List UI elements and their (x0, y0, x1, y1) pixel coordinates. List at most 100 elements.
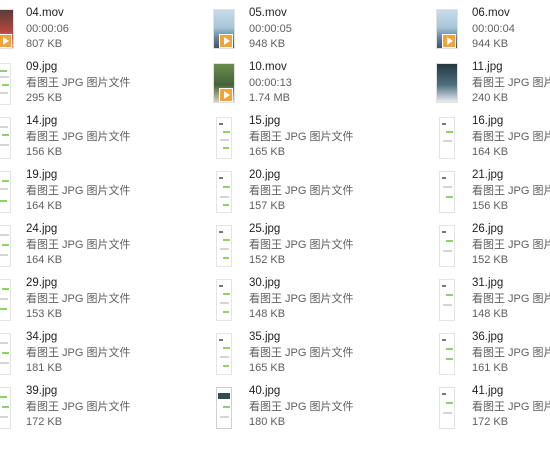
file-size: 152 KB (249, 254, 286, 266)
file-item[interactable]: 31.jpg 看图王 JPG 图片文件 148 KB (434, 277, 550, 327)
file-size: 165 KB (249, 146, 286, 158)
document-thumbnail-icon (0, 115, 14, 163)
file-size: 153 KB (26, 308, 63, 320)
file-item[interactable]: 24.jpg 看图王 JPG 图片文件 164 KB (0, 223, 205, 273)
file-type: 看图王 JPG 图片文件 (472, 238, 550, 251)
document-thumbnail-icon (211, 115, 235, 163)
file-name: 40.jpg (249, 385, 281, 397)
file-item[interactable]: 36.jpg 看图王 JPG 图片文件 161 KB (434, 331, 550, 381)
file-size: 180 KB (249, 416, 286, 428)
file-item[interactable]: 26.jpg 看图王 JPG 图片文件 152 KB (434, 223, 550, 273)
document-thumbnail-icon (211, 169, 235, 217)
video-thumbnail-icon (211, 61, 235, 109)
file-size: 164 KB (26, 200, 63, 212)
photo-thumbnail-icon (434, 61, 458, 109)
file-type: 看图王 JPG 图片文件 (26, 400, 131, 413)
video-thumbnail-icon (434, 7, 458, 55)
file-type: 看图王 JPG 图片文件 (249, 400, 354, 413)
file-name: 35.jpg (249, 331, 281, 343)
file-item[interactable]: 39.jpg 看图王 JPG 图片文件 172 KB (0, 385, 205, 435)
file-item[interactable]: 06.mov 00:00:04 944 KB (434, 7, 550, 57)
file-name: 26.jpg (472, 223, 504, 235)
file-size: 944 KB (472, 38, 509, 50)
document-thumbnail-icon (0, 385, 14, 433)
file-size: 148 KB (249, 308, 286, 320)
file-item[interactable]: 40.jpg 看图王 JPG 图片文件 180 KB (211, 385, 426, 435)
file-item[interactable]: 14.jpg 看图王 JPG 图片文件 156 KB (0, 115, 205, 165)
file-duration: 00:00:06 (26, 22, 69, 35)
file-type: 看图王 JPG 图片文件 (472, 400, 550, 413)
file-name: 11.jpg (472, 61, 503, 73)
file-size: 240 KB (472, 92, 509, 104)
file-item[interactable]: 21.jpg 看图王 JPG 图片文件 156 KB (434, 169, 550, 219)
file-item[interactable]: 04.mov 00:00:06 807 KB (0, 7, 205, 57)
file-type: 看图王 JPG 图片文件 (26, 346, 131, 359)
file-duration: 00:00:04 (472, 22, 515, 35)
file-size: 156 KB (472, 200, 509, 212)
file-item[interactable]: 25.jpg 看图王 JPG 图片文件 152 KB (211, 223, 426, 273)
file-name: 09.jpg (26, 61, 58, 73)
document-thumbnail-icon (211, 385, 235, 433)
file-name: 31.jpg (472, 277, 504, 289)
file-duration: 00:00:13 (249, 76, 292, 89)
file-type: 看图王 JPG 图片文件 (472, 130, 550, 143)
file-type: 看图王 JPG 图片文件 (249, 184, 354, 197)
file-item[interactable]: 35.jpg 看图王 JPG 图片文件 165 KB (211, 331, 426, 381)
file-name: 41.jpg (472, 385, 504, 397)
document-thumbnail-icon (434, 115, 458, 163)
file-name: 36.jpg (472, 331, 504, 343)
file-item[interactable]: 11.jpg 看图王 JPG 图片文件 240 KB (434, 61, 550, 111)
file-name: 19.jpg (26, 169, 58, 181)
file-item[interactable]: 09.jpg 看图王 JPG 图片文件 295 KB (0, 61, 205, 111)
file-item[interactable]: 19.jpg 看图王 JPG 图片文件 164 KB (0, 169, 205, 219)
document-thumbnail-icon (434, 385, 458, 433)
file-size: 164 KB (472, 146, 509, 158)
file-type: 看图王 JPG 图片文件 (249, 130, 354, 143)
video-thumbnail-icon (211, 7, 235, 55)
document-thumbnail-icon (211, 277, 235, 325)
file-type: 看图王 JPG 图片文件 (249, 346, 354, 359)
file-name: 29.jpg (26, 277, 58, 289)
file-size: 807 KB (26, 38, 63, 50)
file-type: 看图王 JPG 图片文件 (249, 292, 354, 305)
file-item[interactable]: 34.jpg 看图王 JPG 图片文件 181 KB (0, 331, 205, 381)
file-name: 20.jpg (249, 169, 281, 181)
file-name: 16.jpg (472, 115, 504, 127)
file-size: 948 KB (249, 38, 286, 50)
document-thumbnail-icon (0, 331, 14, 379)
file-type: 看图王 JPG 图片文件 (26, 292, 131, 305)
document-thumbnail-icon (0, 61, 14, 109)
file-item[interactable]: 10.mov 00:00:13 1.74 MB (211, 61, 426, 111)
file-item[interactable]: 05.mov 00:00:05 948 KB (211, 7, 426, 57)
document-thumbnail-icon (434, 277, 458, 325)
file-item[interactable]: 20.jpg 看图王 JPG 图片文件 157 KB (211, 169, 426, 219)
file-item[interactable]: 29.jpg 看图王 JPG 图片文件 153 KB (0, 277, 205, 327)
file-type: 看图王 JPG 图片文件 (26, 130, 131, 143)
file-item[interactable]: 16.jpg 看图王 JPG 图片文件 164 KB (434, 115, 550, 165)
file-name: 06.mov (472, 7, 510, 19)
file-name: 21.jpg (472, 169, 504, 181)
file-grid: 04.mov 00:00:06 807 KB 05.mov 00:00:05 9… (0, 0, 550, 450)
file-duration: 00:00:05 (249, 22, 292, 35)
document-thumbnail-icon (211, 223, 235, 271)
file-name: 10.mov (249, 61, 287, 73)
file-size: 148 KB (472, 308, 509, 320)
file-item[interactable]: 15.jpg 看图王 JPG 图片文件 165 KB (211, 115, 426, 165)
document-thumbnail-icon (434, 223, 458, 271)
file-item[interactable]: 41.jpg 看图王 JPG 图片文件 172 KB (434, 385, 550, 435)
file-name: 15.jpg (249, 115, 281, 127)
document-thumbnail-icon (434, 331, 458, 379)
file-size: 165 KB (249, 362, 286, 374)
file-size: 157 KB (249, 200, 286, 212)
file-size: 156 KB (26, 146, 63, 158)
file-size: 172 KB (472, 416, 509, 428)
file-name: 24.jpg (26, 223, 58, 235)
file-name: 30.jpg (249, 277, 281, 289)
file-name: 39.jpg (26, 385, 58, 397)
file-size: 172 KB (26, 416, 63, 428)
file-name: 14.jpg (26, 115, 58, 127)
file-name: 04.mov (26, 7, 64, 19)
file-item[interactable]: 30.jpg 看图王 JPG 图片文件 148 KB (211, 277, 426, 327)
document-thumbnail-icon (0, 277, 14, 325)
file-type: 看图王 JPG 图片文件 (249, 238, 354, 251)
